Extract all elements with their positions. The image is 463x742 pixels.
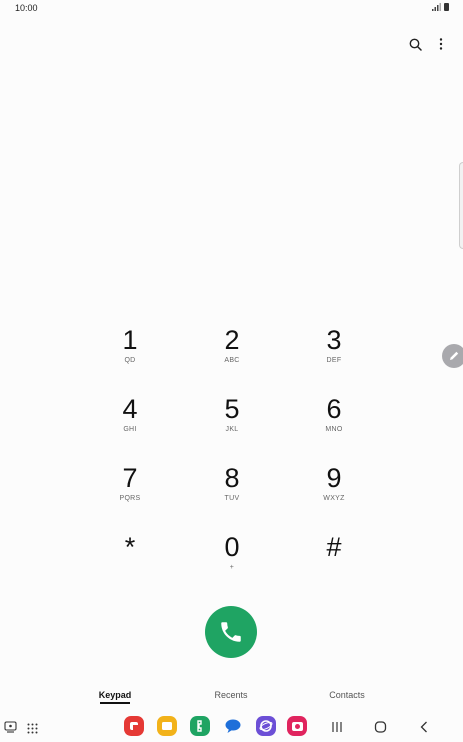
key-digit: 7 — [122, 463, 138, 493]
camera-app-icon[interactable] — [287, 716, 307, 736]
flipboard-app-icon[interactable] — [124, 716, 144, 736]
key-8[interactable]: 8 TUV — [180, 463, 284, 525]
top-actions — [407, 36, 449, 52]
my-files-app-icon[interactable] — [157, 716, 177, 736]
status-icons — [432, 3, 449, 11]
back-icon[interactable] — [420, 720, 428, 738]
key-letters: GHI — [123, 426, 137, 433]
key-digit: 3 — [326, 325, 342, 355]
key-2[interactable]: 2 ABC — [180, 325, 284, 387]
key-digit: 9 — [326, 463, 342, 493]
key-digit: # — [326, 532, 342, 562]
tab-keypad[interactable]: Keypad — [96, 690, 134, 700]
messages-app-icon[interactable] — [223, 716, 243, 736]
key-6[interactable]: 6 MNO — [282, 394, 386, 456]
phone-tabs: Keypad Recents Contacts — [0, 686, 463, 708]
key-letters: TUV — [224, 495, 240, 502]
edge-panel-handle[interactable] — [459, 162, 463, 249]
key-digit: 8 — [224, 463, 240, 493]
key-digit: 6 — [326, 394, 342, 424]
key-letters: DEF — [326, 357, 342, 364]
key-letters: PQRS — [119, 495, 141, 502]
key-letters: JKL — [225, 426, 239, 433]
apps-grid-icon[interactable] — [27, 721, 38, 739]
recent-dock-icon[interactable] — [4, 720, 17, 738]
key-digit: 2 — [224, 325, 240, 355]
key-5[interactable]: 5 JKL — [180, 394, 284, 456]
battery-icon — [444, 3, 449, 11]
key-7[interactable]: 7 PQRS — [78, 463, 182, 525]
tab-recents[interactable]: Recents — [208, 690, 254, 700]
key-star[interactable]: * — [78, 532, 182, 594]
status-time: 10:00 — [15, 3, 38, 13]
key-3[interactable]: 3 DEF — [282, 325, 386, 387]
key-letters: + — [229, 564, 235, 571]
phone-app-icon[interactable] — [190, 716, 210, 736]
status-bar: 10:00 — [0, 0, 463, 18]
more-options-icon[interactable] — [433, 36, 449, 52]
key-0[interactable]: 0 + — [180, 532, 284, 594]
key-letters: ABC — [224, 357, 240, 364]
tab-active-indicator — [100, 702, 130, 704]
key-letters: WXYZ — [323, 495, 345, 502]
key-4[interactable]: 4 GHI — [78, 394, 182, 456]
key-digit: * — [124, 532, 136, 562]
call-button[interactable] — [205, 606, 257, 658]
key-digit: 1 — [122, 325, 138, 355]
navigation-bar — [0, 712, 463, 742]
key-digit: 5 — [224, 394, 240, 424]
recent-apps-icon[interactable] — [331, 720, 343, 738]
key-letters: QD — [124, 357, 136, 364]
key-letters: MNO — [325, 426, 343, 433]
key-1[interactable]: 1 QD — [78, 325, 182, 387]
key-digit: 4 — [122, 394, 138, 424]
signal-icon — [432, 3, 441, 11]
pencil-icon[interactable] — [442, 344, 463, 368]
key-hash[interactable]: # — [282, 532, 386, 594]
internet-app-icon[interactable] — [256, 716, 276, 736]
key-digit: 0 — [224, 532, 240, 562]
phone-icon — [221, 622, 241, 642]
tab-contacts[interactable]: Contacts — [323, 690, 371, 700]
search-icon[interactable] — [407, 36, 423, 52]
key-9[interactable]: 9 WXYZ — [282, 463, 386, 525]
home-icon[interactable] — [374, 720, 387, 738]
